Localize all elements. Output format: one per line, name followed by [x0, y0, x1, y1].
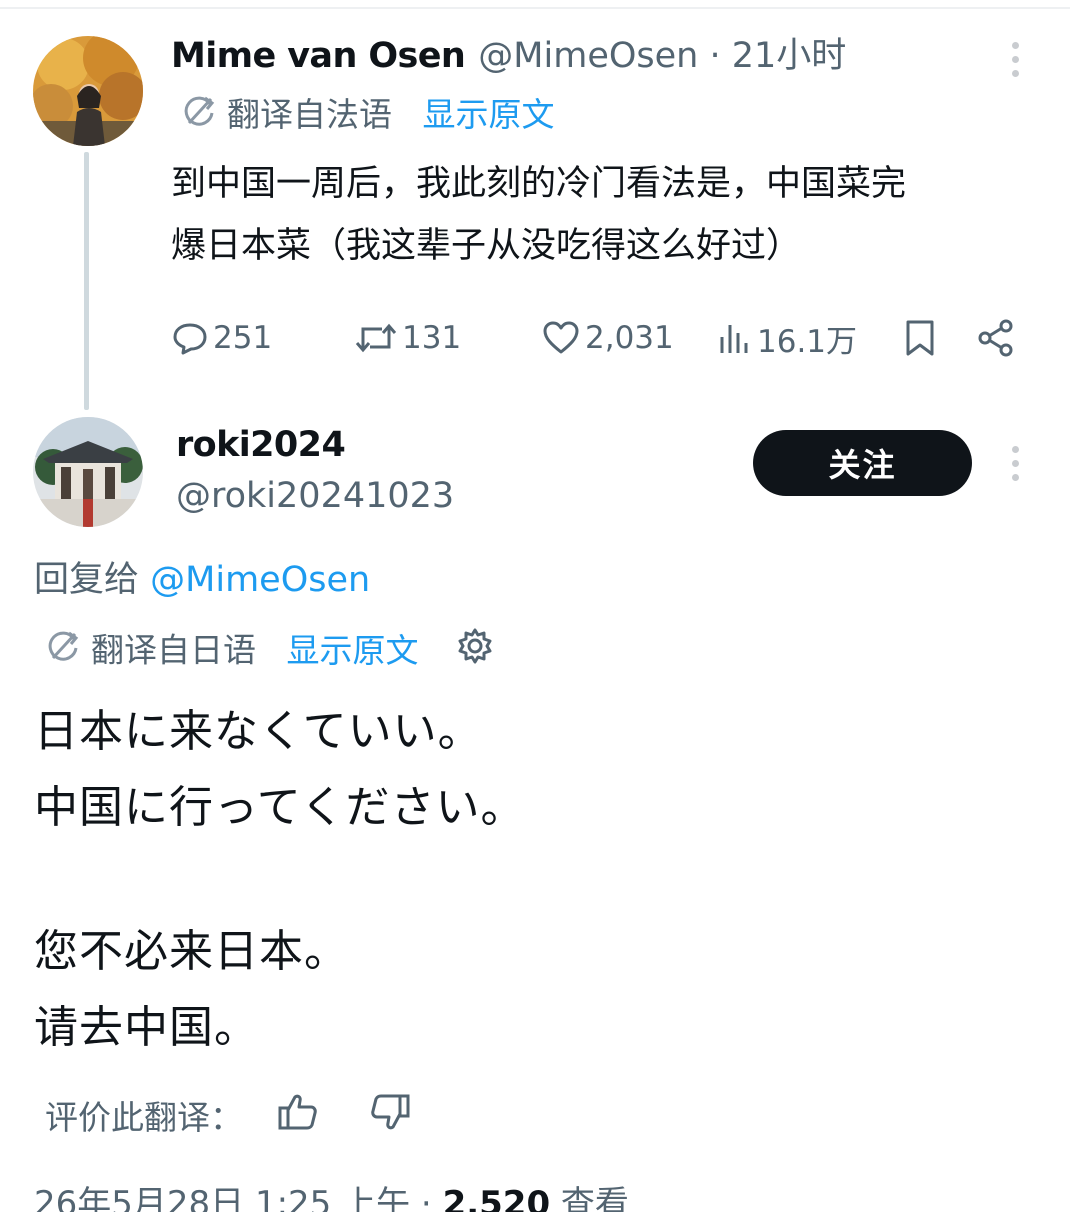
thumbs-up-icon[interactable]: [276, 1090, 320, 1149]
repost-button[interactable]: 131: [354, 313, 461, 363]
views-icon: [720, 325, 748, 353]
reply-button[interactable]: 251: [171, 313, 272, 363]
bookmark-button[interactable]: [902, 313, 942, 363]
share-button[interactable]: [976, 313, 1020, 363]
reply-translation-line: 您不必来日本。: [34, 926, 349, 977]
rate-translation-row: 评价此翻译：: [45, 1090, 412, 1142]
display-name[interactable]: Mime van Osen: [171, 36, 466, 76]
reply-translation-row: 翻译自日语 显示原文: [45, 626, 495, 672]
show-original-link[interactable]: 显示原文: [423, 95, 555, 134]
replying-to: 回复给 @MimeOsen: [34, 556, 370, 604]
bookmark-icon: [906, 320, 934, 356]
tweet-text-line: 爆日本菜（我这辈子从没吃得这么好过）: [171, 226, 802, 266]
reply-translated-from-label: 翻译自日语: [91, 630, 256, 670]
thumbs-down-icon[interactable]: [368, 1090, 412, 1149]
user-handle[interactable]: @MimeOsen: [478, 36, 698, 76]
reply-count: 251: [213, 320, 273, 356]
tweet-view-count: 2,520: [442, 1184, 551, 1212]
tweet-text-line: 到中国一周后，我此刻的冷门看法是，中国菜完: [171, 164, 907, 204]
repost-count: 131: [402, 320, 462, 356]
tweet-timestamp[interactable]: 21小时: [732, 36, 847, 76]
views-button[interactable]: 16.1万: [717, 313, 857, 363]
tweet-datetime[interactable]: 26年5月28日 1:25 上午 ·: [34, 1184, 443, 1212]
translated-from-label: 翻译自法语: [227, 95, 392, 134]
view-count: 16.1万: [757, 323, 858, 360]
tweet-meta-footer: 26年5月28日 1:25 上午 · 2,520 查看: [34, 1180, 629, 1212]
repost-icon: [355, 323, 397, 353]
tweet-text: 到中国一周后，我此刻的冷门看法是，中国菜完 爆日本菜（我这辈子从没吃得这么好过）: [171, 153, 906, 277]
rate-translation-label: 评价此翻译：: [45, 1098, 243, 1137]
reply-translation-line: 请去中国。: [34, 1002, 259, 1053]
like-count: 2,031: [585, 320, 674, 356]
like-button[interactable]: 2,031: [541, 313, 674, 363]
like-icon: [543, 321, 579, 354]
reply-original-text: 日本に来なくていい。 中国に行ってください。: [34, 694, 525, 846]
reply-translated-text: 您不必来日本。 请去中国。: [34, 914, 349, 1066]
reply-icon: [173, 323, 207, 355]
tweet-header: Mime van Osen @MimeOsen · 21小时: [171, 33, 846, 79]
reply-original-line: 中国に行ってください。: [34, 782, 526, 833]
reply-show-original-link[interactable]: 显示原文: [287, 631, 419, 670]
follow-button[interactable]: 关注: [753, 430, 972, 496]
gear-icon[interactable]: [455, 626, 495, 678]
more-icon[interactable]: [1012, 42, 1020, 84]
tweet-thread-page: Mime van Osen @MimeOsen · 21小时 翻译自法语 显示原…: [0, 0, 1070, 1212]
translate-icon: [181, 93, 217, 141]
reply-user-handle[interactable]: @roki20241023: [176, 473, 454, 519]
avatar-roki2024[interactable]: [33, 417, 143, 527]
translation-row: 翻译自法语 显示原文: [181, 92, 555, 138]
reply-display-name[interactable]: roki2024: [176, 422, 346, 468]
reply-to-handle-link[interactable]: @MimeOsen: [150, 560, 370, 600]
share-icon: [978, 319, 1013, 357]
avatar-mime-van-osen[interactable]: [33, 36, 143, 146]
header-separator: ·: [698, 36, 732, 76]
translate-icon: [45, 628, 81, 676]
thread-connector-line: [84, 152, 89, 410]
views-label: 查看: [550, 1184, 629, 1212]
more-icon[interactable]: [1012, 446, 1020, 488]
reply-to-prefix: 回复给: [34, 560, 151, 600]
top-divider: [0, 7, 1070, 9]
reply-original-line: 日本に来なくていい。: [34, 706, 483, 757]
